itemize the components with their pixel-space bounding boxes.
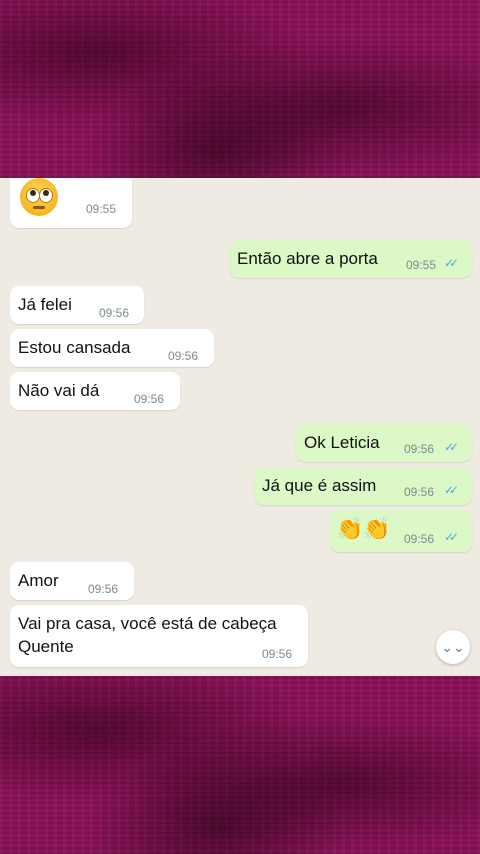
clapping-hands-icon: 👏👏 (336, 516, 391, 541)
message-outgoing[interactable]: 👏👏 09:56 ✓✓ (330, 510, 472, 552)
scroll-to-bottom-button[interactable]: ⌄⌄ (436, 630, 470, 664)
message-incoming[interactable]: Não vai dá 09:56 (10, 372, 180, 410)
message-outgoing[interactable]: Então abre a porta 09:55 ✓✓ (230, 240, 472, 278)
message-text: Estou cansada (18, 338, 131, 357)
message-incoming[interactable]: Já felei 09:56 (10, 286, 144, 324)
message-time: 09:56 (404, 485, 435, 499)
message-time: 09:56 (404, 442, 435, 456)
read-receipt-icon: ✓✓ (444, 483, 459, 497)
message-incoming[interactable]: Amor 09:56 (10, 562, 134, 600)
message-text-line-2: Quente (18, 637, 74, 656)
message-text: Já felei (18, 295, 72, 314)
message-outgoing[interactable]: Já que é assim 09:56 ✓✓ (254, 467, 472, 505)
message-incoming[interactable]: Vai pra casa, você está de cabeça Quente… (10, 605, 308, 667)
read-receipt-icon: ✓✓ (444, 256, 459, 270)
message-text: Ok Leticia (304, 433, 380, 452)
double-chevron-down-icon: ⌄⌄ (441, 639, 465, 655)
chat-area[interactable]: 09:55 Então abre a porta 09:55 ✓✓ Já fel… (0, 178, 480, 676)
message-time: 09:55 (406, 258, 437, 272)
message-text: Não vai dá (18, 381, 100, 400)
message-time: 09:56 (262, 647, 293, 661)
rolling-eyes-emoji-icon (20, 178, 58, 216)
message-text: Então abre a porta (237, 249, 378, 268)
message-incoming[interactable]: Estou cansada 09:56 (10, 329, 214, 367)
message-time: 09:56 (168, 349, 199, 363)
read-receipt-icon: ✓✓ (444, 530, 459, 544)
message-time: 09:55 (86, 202, 117, 216)
message-text: Já que é assim (262, 476, 377, 495)
message-time: 09:56 (99, 306, 130, 320)
message-time: 09:56 (404, 532, 435, 546)
message-outgoing[interactable]: Ok Leticia 09:56 ✓✓ (296, 424, 472, 462)
message-text: Amor (18, 571, 59, 590)
top-background-band (0, 0, 480, 178)
read-receipt-icon: ✓✓ (444, 440, 459, 454)
message-incoming[interactable]: 09:55 (10, 178, 132, 228)
message-text-line-1: Vai pra casa, você está de cabeça (18, 614, 277, 633)
message-time: 09:56 (134, 392, 165, 406)
message-time: 09:56 (88, 582, 119, 596)
bottom-background-band (0, 676, 480, 854)
